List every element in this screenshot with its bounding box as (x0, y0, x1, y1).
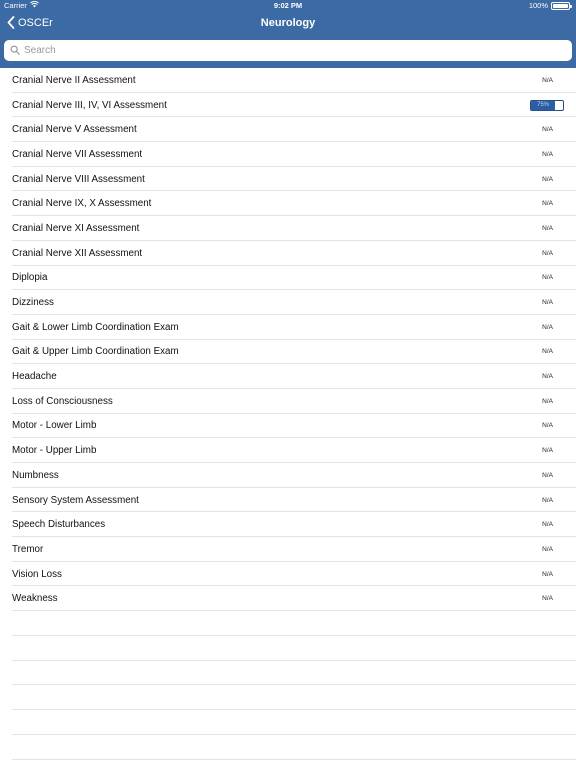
list-item-label: Cranial Nerve VII Assessment (12, 148, 143, 160)
list-item-status: N/A (542, 373, 553, 381)
page-title: Neurology (260, 17, 316, 29)
list-item-status: N/A (542, 299, 553, 307)
empty-row (0, 710, 576, 735)
list-item-status: N/A (542, 595, 553, 603)
list-item-label: Cranial Nerve VIII Assessment (12, 173, 145, 185)
status-time: 9:02 PM (273, 1, 303, 10)
list-item-label: Cranial Nerve XII Assessment (12, 247, 143, 259)
list-item-status: N/A (542, 496, 553, 504)
list-item[interactable]: Motor - Lower Limb N/A (0, 414, 576, 439)
list-item-label: Loss of Consciousness (12, 395, 113, 407)
search-bar[interactable] (4, 40, 572, 61)
header: Carrier 9:02 PM 100% OSCEr Neurology (0, 0, 576, 68)
status-battery: 100% (528, 1, 572, 10)
list-item[interactable]: Tremor N/A (0, 537, 576, 562)
list-item[interactable]: Vision Loss N/A (0, 562, 576, 587)
list-item-status: N/A (542, 570, 553, 578)
topic-list: Cranial Nerve II Assessment N/A Cranial Ne… (0, 68, 576, 611)
search-icon (10, 42, 24, 60)
empty-row (0, 661, 576, 686)
list-item-label: Cranial Nerve III, IV, VI Assessment (12, 99, 167, 111)
empty-rows (0, 611, 576, 760)
list-item-label: Numbness (12, 469, 59, 481)
list-item-status: N/A (542, 447, 553, 455)
list-item-label: Motor - Lower Limb (12, 420, 97, 432)
list-item[interactable]: Cranial Nerve XI Assessment N/A (0, 216, 576, 241)
progress-badge-fill: 75% (531, 100, 555, 110)
list-item[interactable]: Speech Disturbances N/A (0, 512, 576, 537)
list-item-label: Diplopia (12, 272, 48, 284)
nav-bar: OSCEr Neurology (0, 12, 576, 36)
empty-row (0, 735, 576, 760)
list-item-label: Headache (12, 371, 57, 383)
list-item-label: Cranial Nerve II Assessment (12, 74, 136, 86)
list-item[interactable]: Dizziness N/A (0, 290, 576, 315)
list-item[interactable]: Weakness N/A (0, 586, 576, 611)
list-item-status: N/A (542, 274, 553, 282)
list-item-label: Vision Loss (12, 568, 62, 580)
list-item[interactable]: Cranial Nerve III, IV, VI Assessment 75% (0, 93, 576, 118)
battery-icon (551, 1, 572, 10)
list-item[interactable]: Loss of Consciousness N/A (0, 389, 576, 414)
list-item-label: Weakness (12, 593, 58, 605)
list-item-label: Sensory System Assessment (12, 494, 139, 506)
list-item-status: N/A (542, 175, 553, 183)
list-item[interactable]: Cranial Nerve II Assessment N/A (0, 68, 576, 93)
list-item-label: Tremor (12, 543, 44, 555)
list-item[interactable]: Cranial Nerve IX, X Assessment N/A (0, 191, 576, 216)
list-item-label: Speech Disturbances (12, 519, 106, 531)
list-item[interactable]: Motor - Upper Limb N/A (0, 438, 576, 463)
list-item[interactable]: Numbness N/A (0, 463, 576, 488)
list-item[interactable]: Cranial Nerve XII Assessment N/A (0, 241, 576, 266)
empty-row (0, 685, 576, 710)
list-item-status: N/A (542, 76, 553, 84)
list-item-status: N/A (542, 348, 553, 356)
list-item[interactable]: Cranial Nerve VIII Assessment N/A (0, 167, 576, 192)
list-item[interactable]: Diplopia N/A (0, 266, 576, 291)
list-item[interactable]: Cranial Nerve V Assessment N/A (0, 117, 576, 142)
list-item-label: Cranial Nerve IX, X Assessment (12, 198, 152, 210)
search-input[interactable] (24, 45, 572, 56)
list-item-status: N/A (542, 521, 553, 529)
list-item[interactable]: Cranial Nerve VII Assessment N/A (0, 142, 576, 167)
list-item-label: Dizziness (12, 297, 54, 309)
list-item-status: N/A (542, 150, 553, 158)
progress-badge: 75% (530, 99, 564, 111)
list-item-status: N/A (542, 200, 553, 208)
list-item[interactable]: Headache N/A (0, 364, 576, 389)
list-item-status: N/A (542, 397, 553, 405)
list-item-label: Gait & Upper Limb Coordination Exam (12, 346, 179, 358)
status-bar: Carrier 9:02 PM 100% (0, 0, 576, 12)
empty-row (0, 636, 576, 661)
list-item[interactable]: Sensory System Assessment N/A (0, 488, 576, 513)
list-item-status: N/A (542, 545, 553, 553)
list-item-label: Cranial Nerve V Assessment (12, 124, 137, 136)
list-item-status: N/A (542, 422, 553, 430)
battery-percent: 100% (528, 1, 548, 10)
list-item-status: N/A (542, 249, 553, 257)
list-item-status: N/A (542, 323, 553, 331)
list-item-status: N/A (542, 126, 553, 134)
list-item-status: N/A (542, 224, 553, 232)
list-item-label: Cranial Nerve XI Assessment (12, 222, 140, 234)
list-item-status: N/A (542, 471, 553, 479)
battery-fill (553, 3, 568, 8)
list-item[interactable]: Gait & Upper Limb Coordination Exam N/A (0, 340, 576, 365)
list-item[interactable]: Gait & Lower Limb Coordination Exam N/A (0, 315, 576, 340)
empty-row (0, 611, 576, 636)
list-item-label: Gait & Lower Limb Coordination Exam (12, 321, 179, 333)
list-item-label: Motor - Upper Limb (12, 445, 97, 457)
